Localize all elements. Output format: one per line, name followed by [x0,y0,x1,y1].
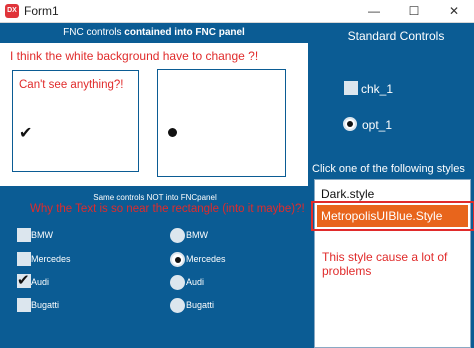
mercedes-radio-label[interactable]: Mercedes [186,254,226,264]
form-client-area: FNC controls contained into FNC panel I … [0,23,474,348]
audi-radio[interactable] [170,275,185,290]
style-problem-note: This style cause a lot of problems [322,250,448,278]
window-title: Form1 [24,4,59,18]
bmw-radio-label[interactable]: BMW [186,230,208,240]
maximize-button[interactable]: ☐ [394,0,434,22]
white-background-note: I think the white background have to cha… [10,49,259,63]
mercedes-checkbox[interactable] [17,252,31,266]
bmw-checkbox[interactable] [17,228,31,242]
same-controls-header: Same controls NOT into FNCpanel [93,193,217,202]
bugatti-checkbox[interactable] [17,298,31,312]
style-prompt: Click one of the following styles [312,163,465,175]
bugatti-radio-label[interactable]: Bugatti [186,300,214,310]
audi-radio-label[interactable]: Audi [186,277,204,287]
fnc-radio-box[interactable] [157,69,286,177]
bugatti-checkbox-label[interactable]: Bugatti [31,300,59,310]
standard-controls-header: Standard Controls [347,29,445,43]
audi-checkbox[interactable] [17,271,31,289]
close-button[interactable]: ✕ [434,0,474,22]
fnc-panel-header: FNC controls contained into FNC panel [0,23,308,43]
fnc-header-prefix: FNC controls [63,27,122,38]
title-bar: DX Form1 — ☐ ✕ [0,0,474,23]
bmw-checkbox-label[interactable]: BMW [31,230,53,240]
chk-1-checkbox[interactable] [344,81,358,95]
opt-1-label[interactable]: opt_1 [362,118,392,132]
audi-checkbox-label[interactable]: Audi [31,277,49,287]
selection-annotation-box [311,201,474,231]
bmw-radio[interactable] [170,228,185,243]
app-icon: DX [5,4,19,18]
mercedes-radio[interactable] [170,252,185,267]
mercedes-checkbox-label[interactable]: Mercedes [31,254,71,264]
cant-see-note: Can't see anything?! [19,79,124,91]
radio-dot-icon [168,128,177,137]
fnc-checkbox-box[interactable]: Can't see anything?! ✔ [12,70,139,172]
text-near-rectangle-note: Why the Text is so near the rectangle (i… [30,203,305,215]
check-mark-icon: ✔ [19,125,33,142]
chk-1-label[interactable]: chk_1 [361,82,393,96]
fnc-header-bold: contained into FNC panel [124,27,245,38]
bugatti-radio[interactable] [170,298,185,313]
minimize-button[interactable]: — [354,0,394,22]
opt-1-radio[interactable] [343,117,357,131]
fnc-panel: I think the white background have to cha… [0,43,308,186]
